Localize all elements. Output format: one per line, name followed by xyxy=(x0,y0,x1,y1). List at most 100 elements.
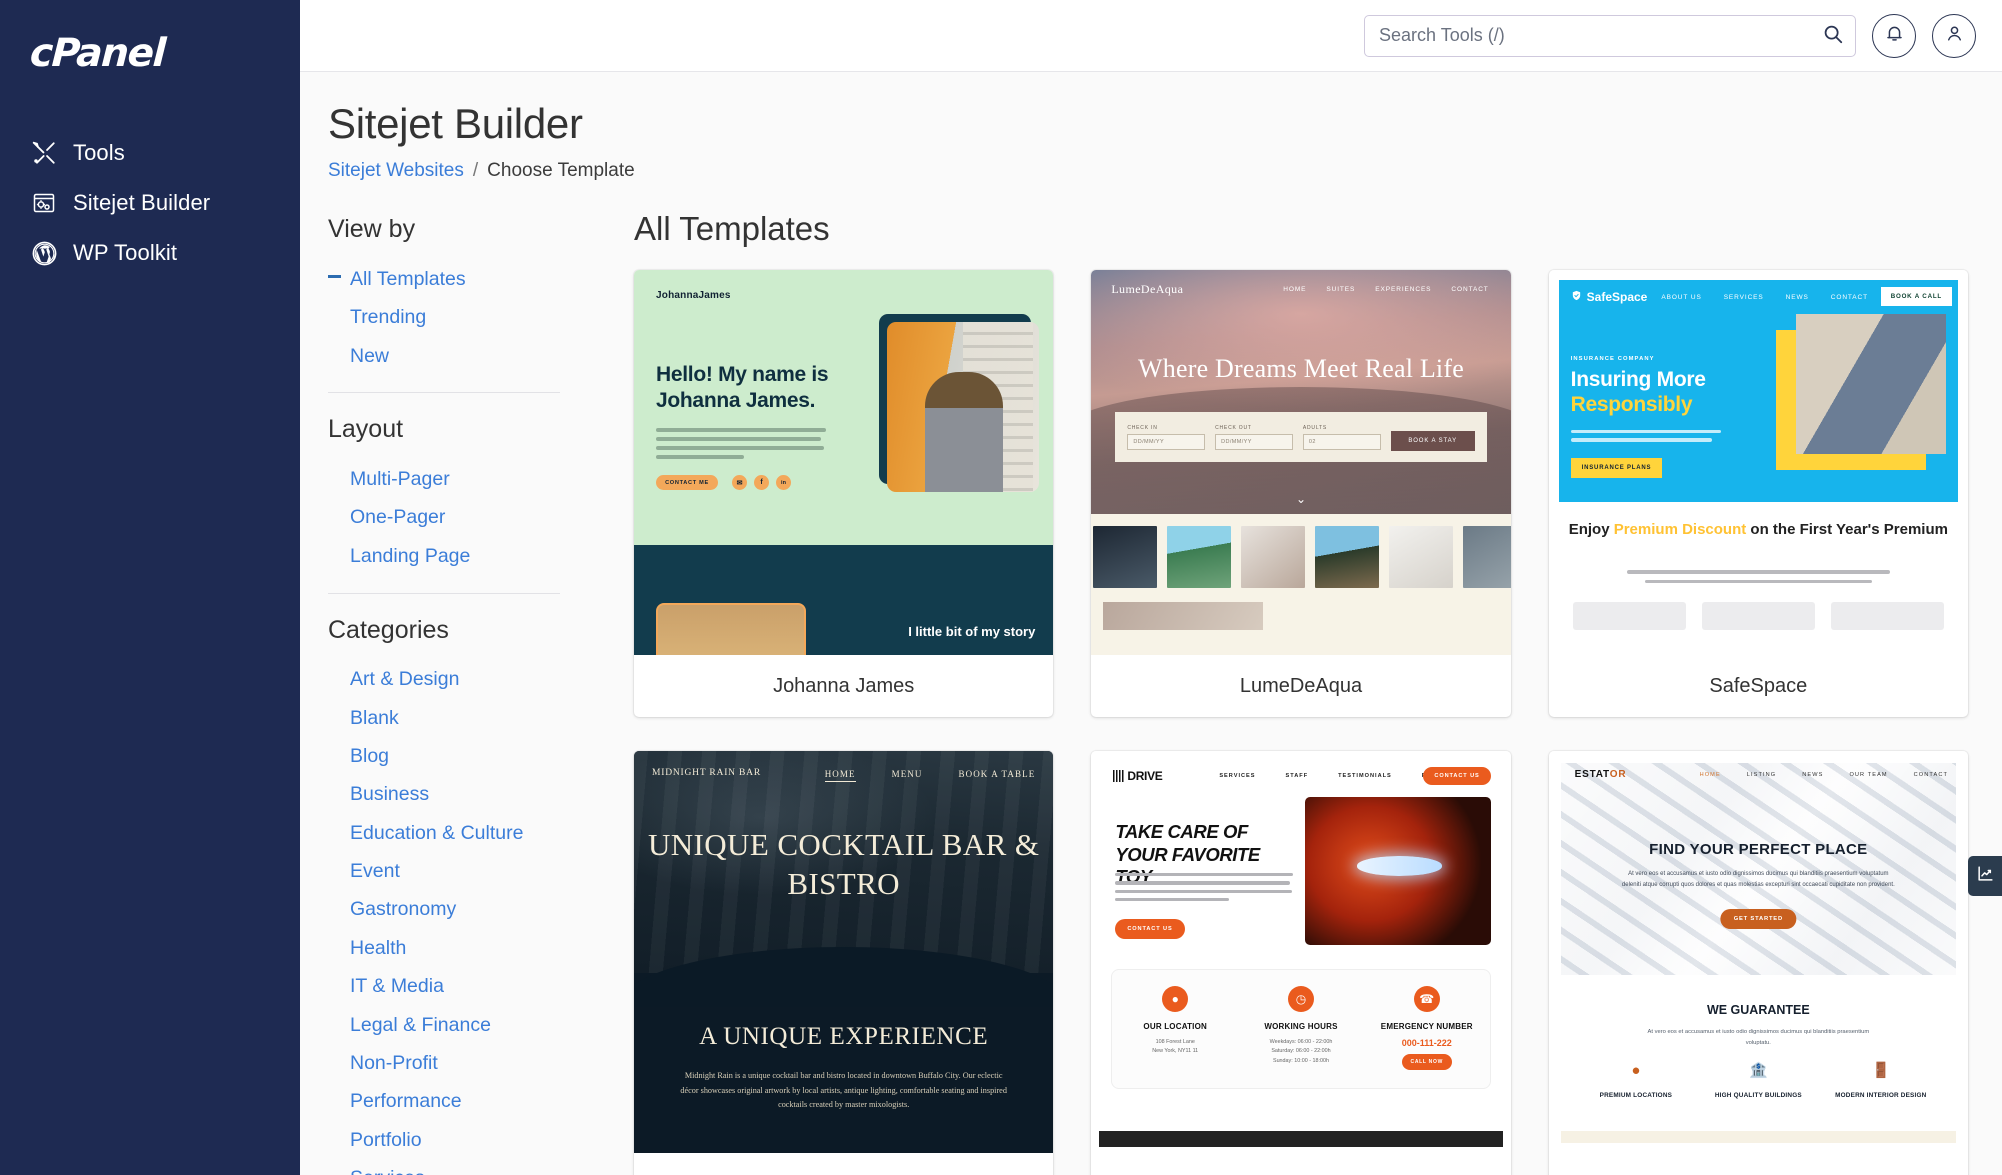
preview-info-title: WORKING HOURS xyxy=(1264,1022,1338,1032)
preview-headline: UNIQUE COCKTAIL BAR & BISTRO xyxy=(647,827,1040,902)
search-button[interactable] xyxy=(1811,16,1855,56)
preview-car-photo xyxy=(1304,797,1491,946)
filter-category-non-profit[interactable]: Non-Profit xyxy=(328,1045,600,1083)
preview-logo-main: ESTAT xyxy=(1574,769,1610,781)
preview-logo: SafeSpace xyxy=(1571,290,1648,305)
template-name-drive: Drive xyxy=(1091,1153,1510,1175)
preview-feature: 🏦 HIGH QUALITY BUILDINGS xyxy=(1697,1063,1819,1102)
filter-category-health[interactable]: Health xyxy=(328,929,600,967)
preview-info-line: Sunday: 10:00 - 18:00h xyxy=(1272,1057,1330,1064)
template-card-estator[interactable]: ESTATOR HOME LISTING NEWS OUR TEAM CONTA… xyxy=(1548,751,1968,1175)
sidebar-item-sitejet-builder[interactable]: Sitejet Builder xyxy=(0,178,300,228)
preview-info-line: Weekdays: 06:00 - 22:00h xyxy=(1269,1039,1333,1046)
filter-list-layout: Multi-Pager One-Pager Landing Page xyxy=(328,460,600,575)
account-button[interactable] xyxy=(1932,13,1976,58)
preview-thumb xyxy=(1167,526,1232,589)
template-preview-johanna-james: JohannaJames Hello! My name is Johanna J… xyxy=(634,270,1054,656)
preview-nav-experiences: EXPERIENCES xyxy=(1375,286,1432,294)
preview-headline-line2: Responsibly xyxy=(1570,393,1693,417)
preview-nav-suites: SUITES xyxy=(1326,286,1356,294)
preview-nav-home: HOME xyxy=(1283,286,1307,294)
gallery-heading: All Templates xyxy=(634,210,830,248)
preview-info-line: 108 Forest Lane xyxy=(1155,1039,1195,1046)
preview-feature-title: MODERN INTERIOR DESIGN xyxy=(1835,1092,1927,1100)
filter-category-portfolio[interactable]: Portfolio xyxy=(328,1121,600,1159)
preview-photo xyxy=(887,322,1040,493)
preview-nav: HOME LISTING NEWS OUR TEAM CONTACT xyxy=(1700,772,1948,778)
breadcrumb-parent-link[interactable]: Sitejet Websites xyxy=(328,160,464,182)
preview-section-body: At vero eos et accusamus et iusto odio d… xyxy=(1647,1029,1870,1047)
preview-checkin-input: DD/MM/YY xyxy=(1127,433,1206,450)
filter-category-business[interactable]: Business xyxy=(328,776,600,814)
top-bar xyxy=(300,0,2002,72)
preview-logo-text: SafeSpace xyxy=(1586,290,1648,305)
preview-feature: 🚪 MODERN INTERIOR DESIGN xyxy=(1820,1063,1942,1102)
filter-category-blank[interactable]: Blank xyxy=(328,699,600,737)
sidebar-item-sitejet-builder-label: Sitejet Builder xyxy=(73,190,211,215)
filter-trending[interactable]: Trending xyxy=(328,299,600,337)
filter-group-categories: Categories Art & Design Blank Blog Busin… xyxy=(328,616,600,1175)
filter-category-education-culture[interactable]: Education & Culture xyxy=(328,814,600,852)
template-card-johanna-james[interactable]: JohannaJames Hello! My name is Johanna J… xyxy=(634,270,1054,718)
filter-heading-categories: Categories xyxy=(328,615,449,644)
sitejet-icon xyxy=(30,189,58,217)
app-root: cPanel Tools Sitejet Builder WP Toolkit … xyxy=(0,0,2002,1175)
filter-all-templates[interactable]: All Templates xyxy=(328,260,600,298)
template-grid: JohannaJames Hello! My name is Johanna J… xyxy=(634,270,1968,1175)
preview-headline: Hello! My name is Johanna James. xyxy=(656,363,829,412)
preview-emergency-number: 000-111-222 xyxy=(1401,1038,1452,1049)
filter-group-view-by: View by All Templates Trending New xyxy=(328,215,600,375)
preview-thumb xyxy=(1093,526,1158,589)
preview-wide-image xyxy=(1103,602,1264,631)
preview-kicker: INSURANCE COMPANY xyxy=(1570,356,1655,363)
preview-thumb xyxy=(1389,526,1454,589)
filter-one-pager[interactable]: One-Pager xyxy=(328,499,600,537)
filter-category-blog[interactable]: Blog xyxy=(328,737,600,775)
preview-nav-contact: CONTACT xyxy=(1830,294,1868,302)
template-card-midnight-rain-bar[interactable]: MIDNIGHT RAIN BAR HOME MENU BOOK A TABLE… xyxy=(634,751,1054,1175)
preview-plans-button: INSURANCE PLANS xyxy=(1570,458,1663,479)
preview-headline: FIND YOUR PERFECT PLACE xyxy=(1649,841,1868,859)
breadcrumb-current: Choose Template xyxy=(487,160,635,182)
filter-category-it-media[interactable]: IT & Media xyxy=(328,968,600,1006)
map-pin-icon: ● xyxy=(1162,986,1189,1013)
preview-card-placeholder xyxy=(1572,602,1686,631)
analytics-side-tab[interactable] xyxy=(1968,856,2002,896)
template-name-lumedeaqua: LumeDeAqua xyxy=(1239,674,1363,697)
filter-multi-pager[interactable]: Multi-Pager xyxy=(328,460,600,498)
preview-footer-band xyxy=(1560,1131,1956,1144)
preview-cta-button: BOOK A CALL xyxy=(1880,287,1952,307)
preview-logo: JohannaJames xyxy=(656,290,731,302)
preview-card-placeholder xyxy=(1701,602,1815,631)
filter-new[interactable]: New xyxy=(328,337,600,375)
filter-category-services[interactable]: Services xyxy=(328,1160,600,1175)
notifications-button[interactable] xyxy=(1872,13,1916,58)
filter-category-performance[interactable]: Performance xyxy=(328,1083,600,1121)
template-gallery: All Templates JohannaJames Hello! My nam… xyxy=(600,182,2002,1175)
shield-check-icon xyxy=(1571,290,1582,304)
preview-section-body-placeholder xyxy=(1626,570,1890,589)
preview-logo-mark xyxy=(1113,770,1126,783)
preview-nav-news: NEWS xyxy=(1802,772,1824,779)
preview-body-placeholder xyxy=(656,428,826,464)
search-input[interactable] xyxy=(1364,14,1856,57)
sidebar-item-wp-toolkit[interactable]: WP Toolkit xyxy=(0,228,300,278)
filter-category-legal-finance[interactable]: Legal & Finance xyxy=(328,1006,600,1044)
filter-category-event[interactable]: Event xyxy=(328,853,600,891)
filter-category-art-design[interactable]: Art & Design xyxy=(328,661,600,699)
template-card-drive[interactable]: DRIVE SERVICES STAFF TESTIMONIALS PRICIN… xyxy=(1091,751,1511,1175)
sidebar-item-tools[interactable]: Tools xyxy=(0,128,300,178)
filter-landing-page[interactable]: Landing Page xyxy=(328,537,600,575)
cpanel-logo[interactable]: cPanel xyxy=(0,30,300,76)
filter-divider-2 xyxy=(328,592,560,594)
template-card-safespace[interactable]: SafeSpace ABOUT US SERVICES NEWS CONTACT… xyxy=(1548,270,1968,718)
preview-get-started-button: GET STARTED xyxy=(1720,909,1796,930)
preview-thumb-row xyxy=(1091,526,1511,589)
template-preview-drive: DRIVE SERVICES STAFF TESTIMONIALS PRICIN… xyxy=(1091,751,1511,1154)
filter-category-gastronomy[interactable]: Gastronomy xyxy=(328,891,600,929)
preview-footer-band xyxy=(1099,1131,1503,1148)
content-row: View by All Templates Trending New Layou… xyxy=(300,182,2002,1175)
template-card-lumedeaqua[interactable]: LumeDeAqua HOME SUITES EXPERIENCES CONTA… xyxy=(1091,270,1511,718)
preview-section-pre: Enjoy xyxy=(1568,521,1614,539)
preview-social-linkedin-icon: in xyxy=(776,475,791,491)
